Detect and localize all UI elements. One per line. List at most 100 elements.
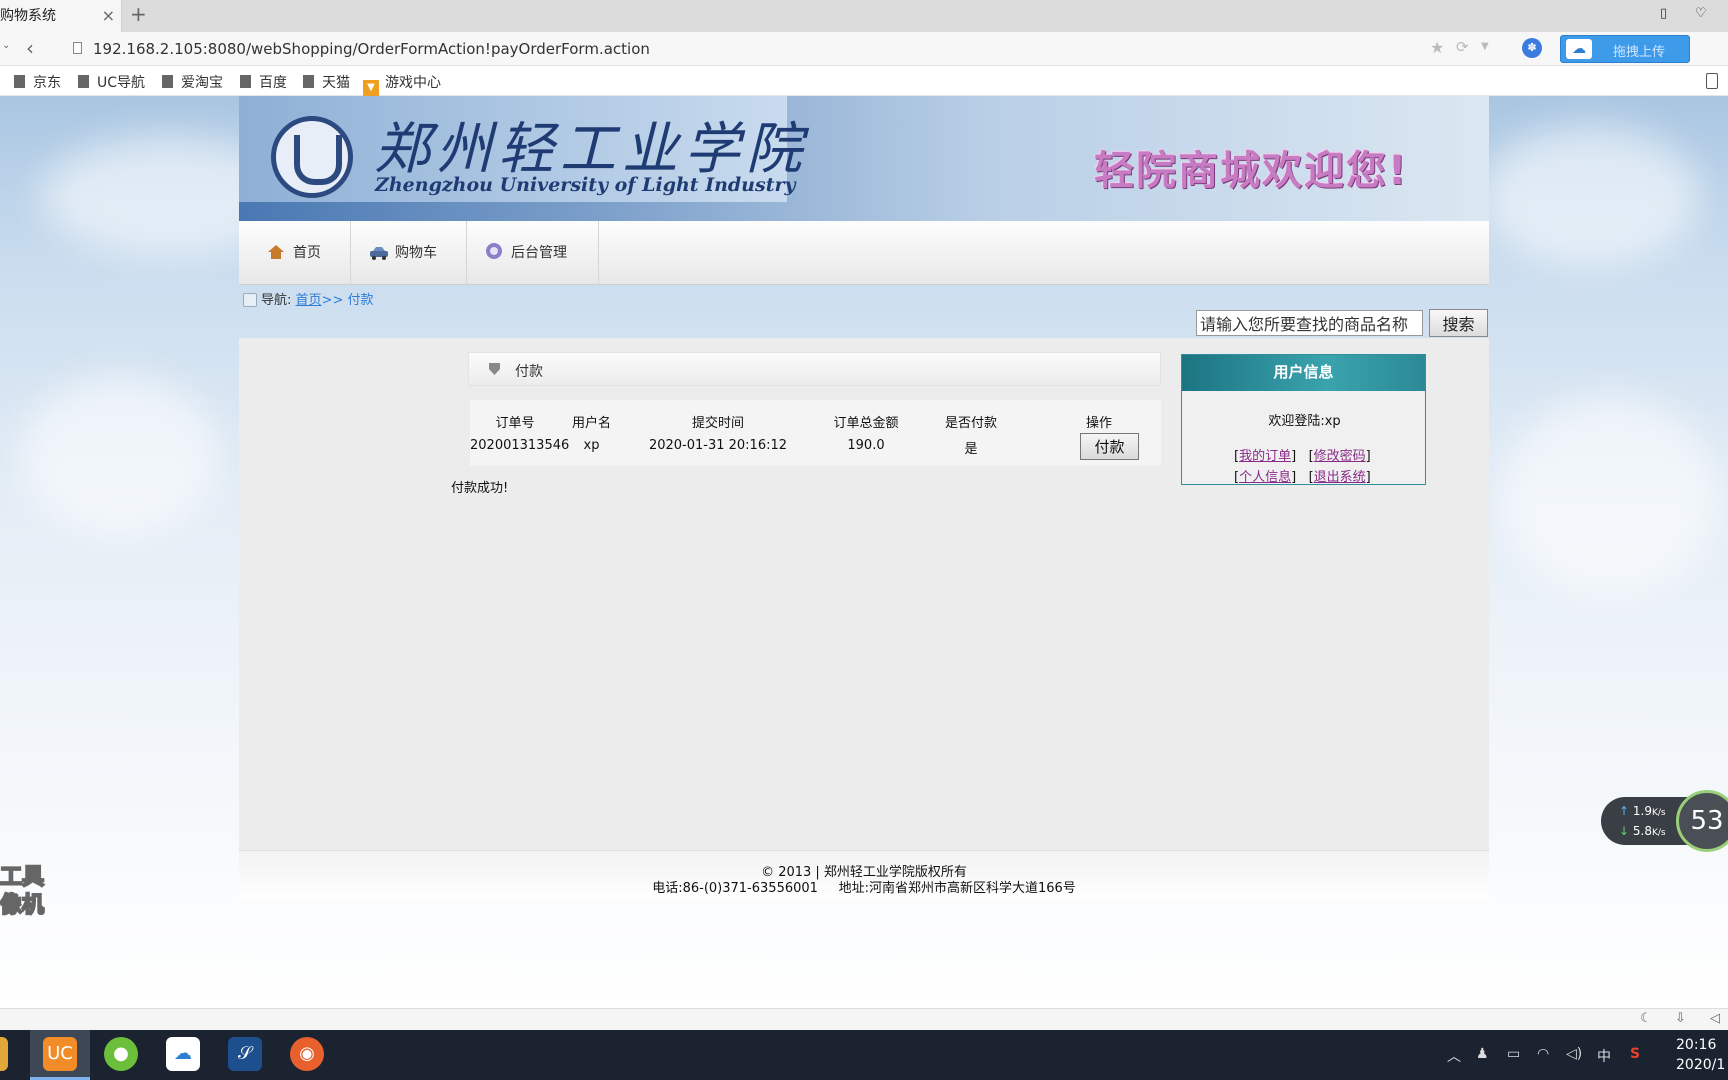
download-arrow-icon: ↓ — [1619, 824, 1630, 838]
user-links-row-2: [个人信息] [退出系统] — [1234, 470, 1371, 485]
tray-app-icon[interactable]: ♟ — [1476, 1046, 1489, 1062]
nav-item-cart[interactable]: 购物车 — [351, 221, 467, 285]
column-header-submit-time: 提交时间 — [691, 416, 744, 431]
recorder-watermark: 工具 像机 — [0, 864, 45, 919]
search-input[interactable] — [1196, 310, 1423, 336]
network-speed-widget[interactable]: ↑ 1.9K/s ↓ 5.8K/s 53 — [1601, 790, 1728, 852]
folder-icon — [14, 75, 25, 88]
bookmark-aitaobao[interactable]: 爱淘宝 — [162, 72, 223, 92]
bookmark-uc[interactable]: UC导航 — [78, 72, 145, 92]
order-username: xp — [583, 438, 600, 453]
payment-section-title: 付款 — [515, 364, 543, 380]
order-number: 202001313546 — [470, 438, 570, 453]
breadcrumb-home-link[interactable]: 首页 — [296, 293, 322, 308]
volume-icon[interactable]: ◁ — [1710, 1011, 1720, 1026]
system-clock[interactable]: 20:16 2020/1 — [1676, 1035, 1728, 1075]
logout-link[interactable]: 退出系统 — [1314, 470, 1366, 485]
speaker-icon[interactable]: ◁) — [1566, 1046, 1582, 1062]
user-info-panel: 用户信息 欢迎登陆:xp [我的订单] [修改密码] [个人信息] [退出系统] — [1181, 354, 1426, 485]
footer-copyright: © 2013 | 郑州轻工业学院版权所有 — [761, 865, 967, 880]
bookmark-jd[interactable]: 京东 — [14, 72, 61, 92]
extension-icon[interactable]: ✽ — [1522, 38, 1542, 58]
night-mode-icon[interactable]: ☾ — [1640, 1011, 1652, 1026]
background-cloud — [1500, 396, 1720, 596]
nav-item-home[interactable]: 首页 — [239, 221, 351, 285]
column-header-order-no: 订单号 — [495, 416, 535, 431]
user-links-row-1: [我的订单] [修改密码] — [1234, 449, 1371, 464]
refresh-icon[interactable]: ⟳ — [1456, 38, 1469, 56]
browser-tab[interactable]: 购物系统 × — [0, 0, 122, 32]
background-cloud — [20, 376, 220, 536]
file-explorer-icon[interactable] — [0, 1037, 8, 1071]
nav-icon — [243, 293, 257, 307]
clock-date: 2020/1 — [1676, 1057, 1726, 1073]
page-icon — [73, 42, 82, 54]
site-container: 郑州轻工业学院 Zhengzhou University of Light In… — [239, 96, 1489, 996]
site-footer: © 2013 | 郑州轻工业学院版权所有 电话:86-(0)371-635560… — [239, 850, 1489, 900]
my-orders-link[interactable]: 我的订单 — [1239, 449, 1291, 464]
tab-title: 购物系统 — [0, 8, 56, 24]
nav-item-admin[interactable]: 后台管理 — [467, 221, 599, 285]
uc-browser-icon[interactable]: UC — [43, 1037, 77, 1071]
column-header-total: 订单总金额 — [833, 416, 899, 431]
folder-icon — [240, 75, 251, 88]
profile-link[interactable]: 个人信息 — [1239, 470, 1291, 485]
payment-result-message: 付款成功! — [451, 481, 509, 496]
site-banner: 郑州轻工业学院 Zhengzhou University of Light In… — [239, 96, 1489, 221]
background-cloud — [1480, 126, 1700, 266]
download-speed: ↓ 5.8K/s — [1619, 824, 1666, 838]
window-skin-icon[interactable]: ♡ — [1695, 6, 1707, 21]
bookmarks-bar: 京东 UC导航 爱淘宝 百度 天猫 ▼ 游戏中心 — [0, 66, 1728, 96]
upload-label: 拖拽上传 — [1613, 45, 1666, 60]
column-header-action: 操作 — [1086, 416, 1113, 431]
eclipse-icon[interactable]: 𝒮 — [228, 1037, 262, 1071]
drag-upload-button[interactable]: ☁ 拖拽上传 — [1560, 35, 1690, 63]
school-name-cn: 郑州轻工业学院 — [374, 117, 808, 182]
game-icon: ▼ — [363, 80, 379, 96]
dropdown-icon[interactable]: ▼ — [1481, 41, 1489, 52]
footer-contact: 电话:86-(0)371-63556001 地址:河南省郑州市高新区科学大道16… — [652, 881, 1076, 896]
baidu-netdisk-icon[interactable]: ☁ — [166, 1037, 200, 1071]
car-icon — [369, 224, 388, 260]
home-icon — [267, 224, 285, 259]
window-pin-icon[interactable]: ▯ — [1660, 6, 1667, 21]
main-content: 付款 订单号 用户名 提交时间 订单总金额 是否付款 操作 2020013135… — [239, 338, 1489, 850]
breadcrumb-current: 付款 — [347, 293, 374, 308]
search-button[interactable]: 搜索 — [1429, 309, 1488, 337]
history-dropdown-icon[interactable]: ⌄ — [2, 40, 10, 51]
recorder-app-icon[interactable]: ◉ — [290, 1037, 324, 1071]
breadcrumb: 导航: 首页>> 付款 — [243, 289, 374, 308]
folder-icon — [303, 75, 314, 88]
back-icon[interactable]: ‹ — [26, 36, 34, 60]
battery-icon[interactable]: ▭ — [1507, 1046, 1520, 1062]
url-field[interactable]: 192.168.2.105:8080/webShopping/OrderForm… — [93, 40, 650, 58]
tray-expand-icon[interactable]: ︿ — [1447, 1046, 1461, 1066]
browser-tab-strip: 购物系统 × + ▯ ♡ — [0, 0, 1728, 32]
bookmark-star-icon[interactable]: ★ — [1430, 38, 1444, 57]
bookmark-games[interactable]: ▼ 游戏中心 — [363, 72, 441, 96]
new-tab-button[interactable]: + — [130, 2, 147, 26]
order-total: 190.0 — [847, 438, 885, 453]
sogou-icon[interactable]: S — [1630, 1046, 1640, 1062]
upload-speed: ↑ 1.9K/s — [1619, 804, 1666, 818]
change-password-link[interactable]: 修改密码 — [1314, 449, 1366, 464]
order-paid-status: 是 — [964, 442, 978, 457]
bookmark-tmall[interactable]: 天猫 — [303, 72, 350, 92]
mobile-icon[interactable] — [1706, 73, 1718, 89]
column-header-username: 用户名 — [571, 416, 611, 431]
wifi-icon[interactable]: ◠ — [1537, 1046, 1549, 1062]
ime-indicator[interactable]: 中 — [1597, 1046, 1611, 1066]
upload-arrow-icon: ↑ — [1619, 804, 1630, 818]
user-info-title: 用户信息 — [1182, 355, 1425, 391]
pay-button[interactable]: 付款 — [1080, 433, 1139, 460]
order-submit-time: 2020-01-31 20:16:12 — [648, 438, 788, 453]
school-name-en: Zhengzhou University of Light Industry — [375, 174, 796, 196]
user-welcome: 欢迎登陆:xp — [1268, 414, 1341, 429]
bookmark-baidu[interactable]: 百度 — [240, 72, 287, 92]
admin-icon — [485, 224, 503, 259]
folder-icon — [78, 75, 89, 88]
arrow-down-icon — [489, 363, 500, 375]
download-icon[interactable]: ⇩ — [1675, 1011, 1686, 1026]
green-app-icon[interactable]: ● — [104, 1037, 138, 1071]
tab-close-icon[interactable]: × — [102, 0, 115, 32]
